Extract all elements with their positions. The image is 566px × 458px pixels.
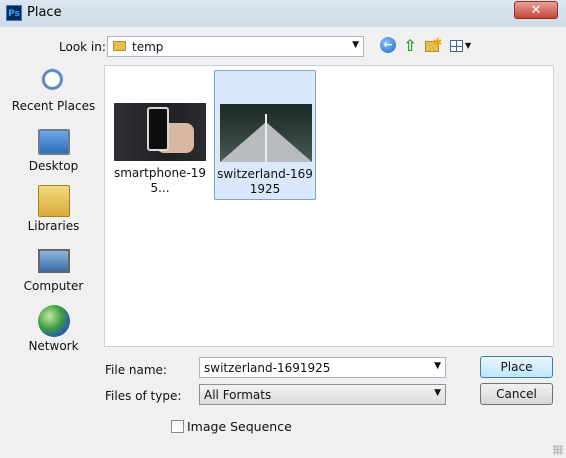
- network-icon: [38, 305, 70, 337]
- folder-icon: [113, 41, 126, 51]
- resize-grip-icon[interactable]: [553, 445, 563, 455]
- computer-icon: [38, 249, 70, 273]
- place-recent-places[interactable]: Recent Places: [6, 65, 101, 121]
- file-name-label: File name:: [105, 363, 167, 377]
- window-title: Place: [27, 5, 62, 20]
- look-in-value: temp: [132, 40, 164, 54]
- photoshop-app-icon: Ps: [6, 5, 22, 21]
- place-label: Libraries: [27, 219, 80, 233]
- cancel-button[interactable]: Cancel: [480, 383, 553, 405]
- files-of-type-value: All Formats: [204, 388, 272, 402]
- file-item-switzerland[interactable]: switzerland-1691925: [214, 70, 316, 200]
- chevron-down-icon: ▼: [434, 388, 441, 398]
- files-of-type-label: Files of type:: [105, 389, 182, 403]
- file-name-text: switzerland-1691925: [217, 167, 313, 196]
- place-desktop[interactable]: Desktop: [6, 125, 101, 181]
- look-in-label: Look in:: [59, 40, 106, 54]
- libraries-icon: [38, 185, 70, 217]
- view-menu-icon[interactable]: ▼: [449, 37, 473, 55]
- place-label: Computer: [23, 279, 84, 293]
- chevron-down-icon[interactable]: ▼: [434, 361, 441, 371]
- files-of-type-select[interactable]: All Formats ▼: [199, 384, 446, 405]
- title-bar: Ps Place ✕: [0, 0, 566, 27]
- place-button[interactable]: Place: [480, 356, 553, 378]
- look-in-dropdown[interactable]: temp ▼: [107, 36, 364, 57]
- place-libraries[interactable]: Libraries: [6, 185, 101, 241]
- chevron-down-icon: ▼: [352, 40, 359, 50]
- close-button[interactable]: ✕: [514, 1, 558, 19]
- up-folder-icon[interactable]: ⇧: [402, 37, 418, 55]
- file-name-value: switzerland-1691925: [204, 361, 331, 375]
- file-list: smartphone-195... switzerland-1691925: [104, 65, 554, 347]
- image-sequence-label[interactable]: Image Sequence: [187, 419, 292, 434]
- file-name-text: smartphone-195...: [113, 166, 207, 195]
- place-computer[interactable]: Computer: [6, 245, 101, 301]
- place-label: Network: [28, 339, 79, 353]
- desktop-icon: [38, 129, 70, 155]
- place-label: Recent Places: [11, 99, 96, 113]
- new-folder-icon[interactable]: ✱: [424, 36, 442, 55]
- smartphone-thumbnail: [114, 103, 206, 161]
- place-network[interactable]: Network: [6, 305, 101, 361]
- bridge-thumbnail: [220, 104, 312, 162]
- recent-places-icon: [38, 65, 70, 97]
- back-icon[interactable]: ←: [380, 37, 396, 53]
- place-label: Desktop: [28, 159, 79, 173]
- file-item-smartphone[interactable]: smartphone-195...: [109, 70, 211, 200]
- dialog-body: Look in: temp ▼ ← ⇧ ✱ ▼ Recent Places De…: [0, 27, 566, 458]
- file-name-input[interactable]: switzerland-1691925 ▼: [199, 357, 446, 378]
- image-sequence-checkbox[interactable]: [171, 420, 184, 433]
